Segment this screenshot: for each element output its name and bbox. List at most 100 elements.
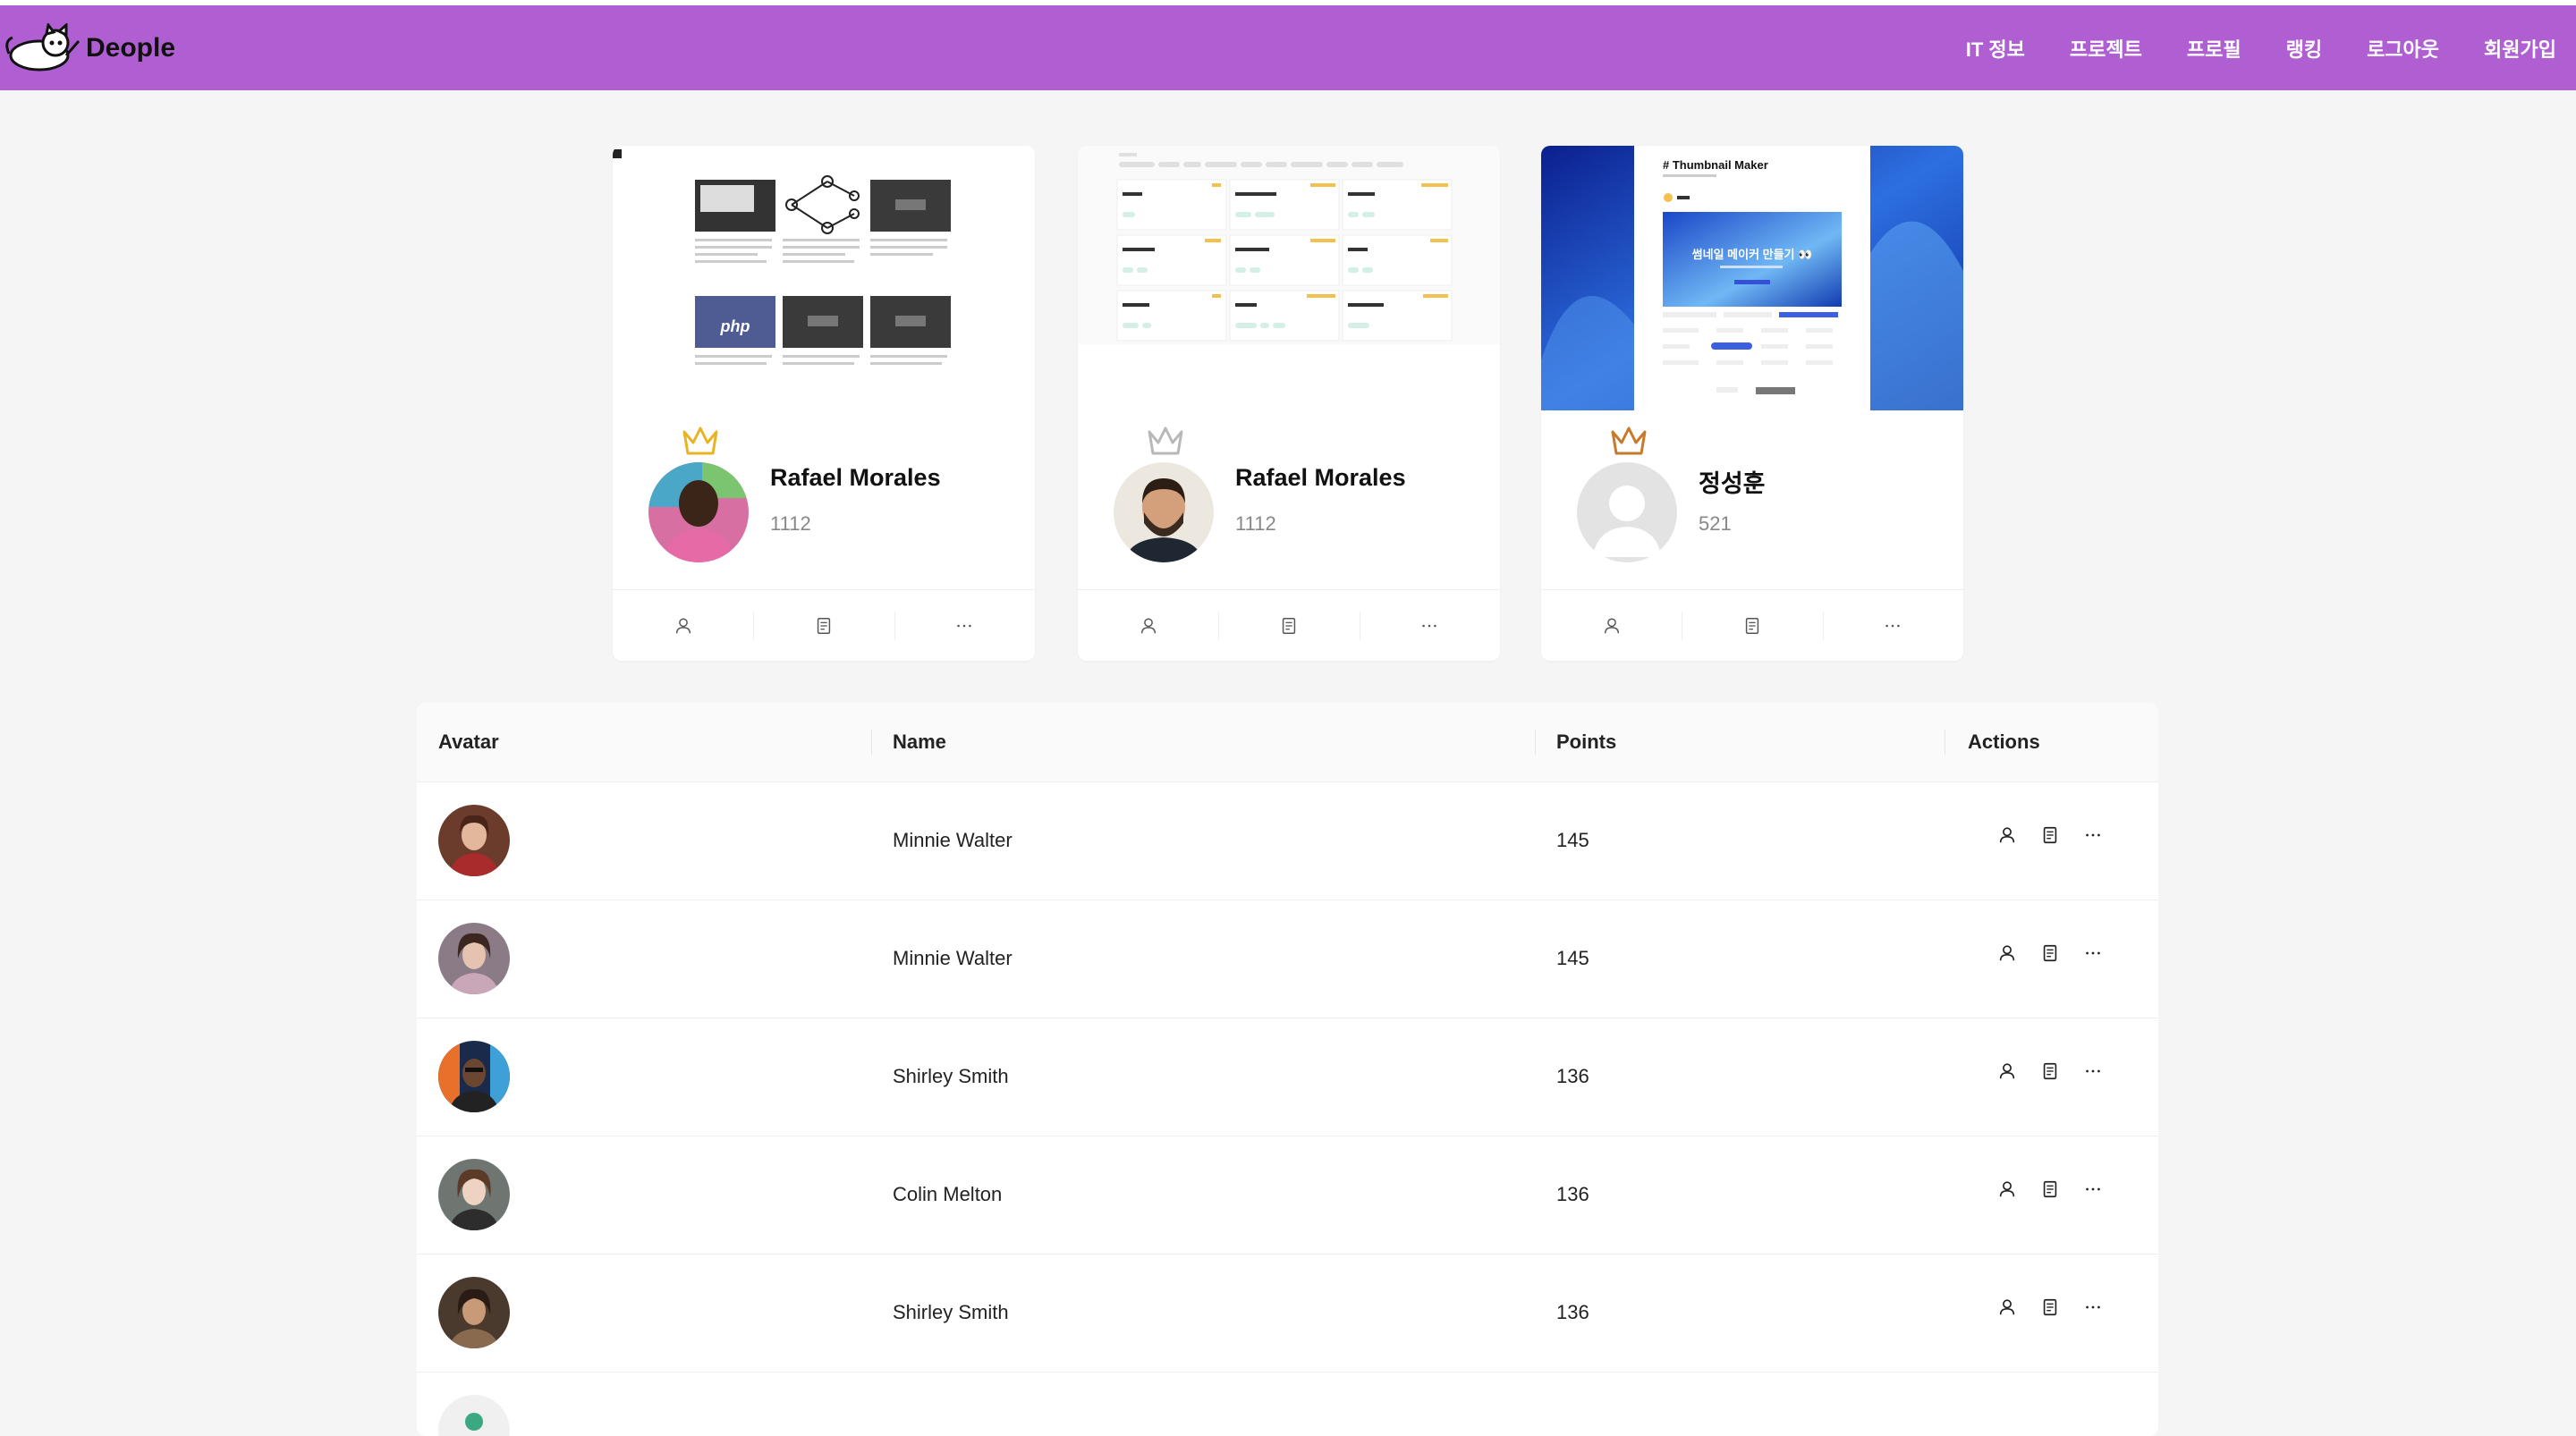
view-posts-button[interactable] [1682,590,1822,661]
logo[interactable]: Deople [4,23,175,73]
view-posts-button[interactable] [2039,824,2061,846]
top-ranker-card-2[interactable]: Rafael Morales 1112 [1078,146,1500,661]
nav-it-info[interactable]: IT 정보 [1966,34,2025,63]
document-icon [817,618,831,634]
cover-title: # Thumbnail Maker [1663,158,1768,172]
table-header: Avatar Name Points Actions [417,703,2158,782]
user-icon [1999,827,2015,843]
avatar [438,1159,510,1230]
more-icon [1422,624,1437,628]
more-icon [2086,951,2100,955]
more-options-button[interactable] [2082,942,2104,964]
avatar [438,1277,510,1348]
document-icon [2043,1180,2057,1198]
nav-ranking[interactable]: 랭킹 [2286,34,2322,63]
gold-crown-icon [682,427,718,455]
user-icon [1999,1299,2015,1315]
nav-signup[interactable]: 회원가입 [2484,34,2556,63]
document-icon [2043,1298,2057,1316]
row-user-name: Minnie Walter [893,829,1013,851]
view-posts-button[interactable] [753,590,894,661]
card-cover-image [1078,146,1500,344]
view-posts-button[interactable] [2039,942,2061,964]
php-label: php [720,317,750,335]
card-user-name: 정성훈 [1699,470,1766,497]
column-header-name: Name [893,731,946,753]
view-posts-button[interactable] [2039,1297,2061,1318]
view-profile-button[interactable] [1078,590,1218,661]
card-actions [1078,589,1500,661]
view-profile-button[interactable] [1996,1178,2018,1200]
card-user-points: 1112 [770,512,811,535]
more-icon [2086,1187,2100,1191]
avatar [648,462,749,562]
row-user-points: 136 [1556,1065,1589,1087]
row-user-points: 136 [1556,1183,1589,1205]
avatar-placeholder [1577,462,1677,562]
nav-profile[interactable]: 프로필 [2187,34,2241,63]
view-profile-button[interactable] [1996,1060,2018,1082]
avatar [1114,462,1214,562]
top-ranker-card-1[interactable]: php Rafael Morales 1112 [613,146,1035,661]
view-profile-button[interactable] [1541,590,1682,661]
view-profile-button[interactable] [1996,942,2018,964]
avatar [438,1395,510,1436]
row-actions [1996,942,2104,964]
column-header-avatar: Avatar [438,731,499,753]
more-options-button[interactable] [894,590,1035,661]
user-icon [1604,618,1619,634]
column-header-points: Points [1556,731,1617,753]
document-icon [1282,618,1296,634]
view-posts-button[interactable] [2039,1178,2061,1200]
more-options-button[interactable] [2082,1178,2104,1200]
logo-text: Deople [86,33,176,63]
column-divider [871,730,872,755]
view-profile-button[interactable] [613,590,753,661]
view-profile-button[interactable] [1996,1297,2018,1318]
more-icon [957,624,972,628]
row-user-name: Shirley Smith [893,1065,1009,1087]
document-icon [2043,944,2057,962]
cat-logo-icon [5,23,80,72]
more-options-button[interactable] [2082,1297,2104,1318]
card-cover-image: php [613,146,1035,410]
card-user-name: Rafael Morales [770,464,941,491]
user-icon [675,618,691,634]
row-user-points: 136 [1556,1301,1589,1323]
row-actions [1996,1060,2104,1082]
card-user-points: 521 [1699,512,1732,535]
ranking-table: Avatar Name Points Actions Minnie Walter… [417,703,2158,1436]
view-posts-button[interactable] [2039,1060,2061,1082]
more-options-button[interactable] [2082,1060,2104,1082]
more-options-button[interactable] [1822,590,1963,661]
header: Deople IT 정보 프로젝트 프로필 랭킹 로그아웃 회원가입 [0,5,2576,90]
view-profile-button[interactable] [1996,824,2018,846]
row-user-points: 145 [1556,829,1589,851]
more-icon [2086,833,2100,837]
nav-projects[interactable]: 프로젝트 [2070,34,2142,63]
more-options-button[interactable] [2082,824,2104,846]
avatar [438,1041,510,1112]
row-actions [1996,824,2104,846]
card-actions [613,589,1035,661]
table-row: Shirley Smith 136 [417,1018,2158,1136]
table-row: Colin Melton 136 [417,1136,2158,1254]
column-header-actions: Actions [1968,731,2040,753]
more-options-button[interactable] [1359,590,1500,661]
top-ranker-card-3[interactable]: # Thumbnail Maker 썸네일 메이커 만들기 👀 정성훈 521 [1541,146,1963,661]
more-icon [1885,624,1901,628]
table-row: Minnie Walter 145 [417,781,2158,900]
table-row: Shirley Smith 136 [417,1254,2158,1373]
nav-logout[interactable]: 로그아웃 [2367,34,2439,63]
view-posts-button[interactable] [1218,590,1359,661]
row-user-points: 145 [1556,947,1589,969]
avatar [438,923,510,994]
row-actions [1996,1297,2104,1318]
row-user-name: Minnie Walter [893,947,1013,969]
more-icon [2086,1305,2100,1309]
table-row [417,1372,2158,1436]
document-icon [1745,618,1759,634]
avatar [438,805,510,876]
row-user-name: Shirley Smith [893,1301,1009,1323]
cover-banner-text: 썸네일 메이커 만들기 👀 [1692,248,1813,261]
